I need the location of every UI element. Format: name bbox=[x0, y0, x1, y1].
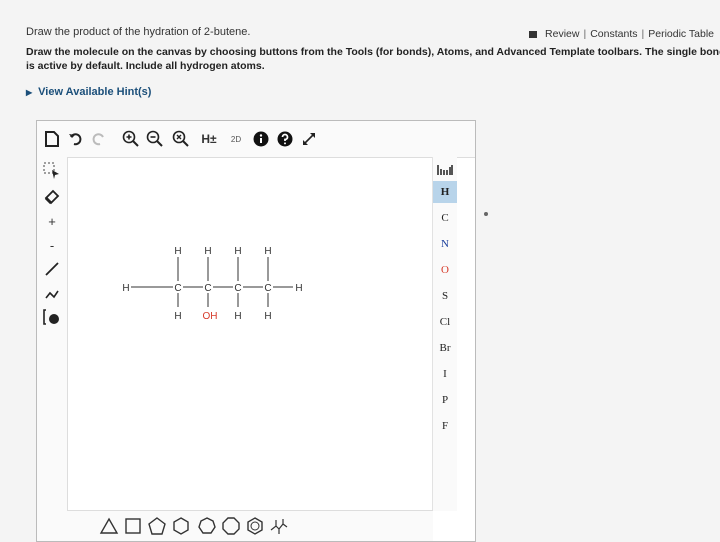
stray-dot bbox=[484, 212, 488, 216]
atom-button-cl[interactable]: Cl bbox=[433, 311, 457, 333]
charge-plus-icon[interactable]: + bbox=[41, 211, 63, 231]
square-template-icon[interactable] bbox=[123, 516, 143, 536]
atom-label-h-top1: H bbox=[174, 246, 181, 257]
atom-button-p[interactable]: P bbox=[433, 389, 457, 411]
atom-button-i[interactable]: I bbox=[433, 363, 457, 385]
zoom-in-icon[interactable] bbox=[121, 129, 141, 149]
periodic-table-link[interactable]: Periodic Table bbox=[648, 28, 714, 40]
separator: | bbox=[641, 28, 645, 40]
atom-label-h-top3: H bbox=[234, 246, 241, 257]
atom-label-c3: C bbox=[234, 283, 241, 294]
atom-button-h[interactable]: H bbox=[433, 181, 457, 203]
atom-button-br[interactable]: Br bbox=[433, 337, 457, 359]
periodic-table-icon[interactable] bbox=[433, 159, 457, 181]
molecule-editor: H± 2D + - H H C C C C H H H H H OH H H H… bbox=[36, 120, 476, 542]
zoom-out-icon[interactable] bbox=[145, 129, 165, 149]
drawing-canvas[interactable]: H H C C C C H H H H H OH H H bbox=[67, 157, 433, 511]
explicit-hydrogens-button[interactable]: H± bbox=[197, 129, 221, 149]
triangle-right-icon: ▶ bbox=[26, 87, 33, 97]
new-document-icon[interactable] bbox=[43, 129, 61, 149]
help-icon[interactable] bbox=[275, 129, 295, 149]
constants-link[interactable]: Constants bbox=[590, 28, 637, 40]
redo-icon[interactable] bbox=[89, 129, 107, 149]
charge-minus-icon[interactable]: - bbox=[41, 235, 63, 255]
atoms-toolbar: H C N O S Cl Br I P F bbox=[432, 157, 457, 511]
triangle-template-icon[interactable] bbox=[99, 516, 119, 536]
cyclohexane-template-icon[interactable] bbox=[245, 516, 265, 536]
atom-label-h-bottom3: H bbox=[234, 311, 241, 322]
zoom-reset-icon[interactable] bbox=[171, 129, 191, 149]
instructions-text: Draw the molecule on the canvas by choos… bbox=[26, 46, 720, 72]
advanced-template-toolbar bbox=[67, 510, 433, 541]
hexagon-template-icon[interactable] bbox=[171, 516, 191, 536]
question-prompt: Draw the product of the hydration of 2-b… bbox=[26, 26, 251, 38]
info-icon[interactable] bbox=[251, 129, 271, 149]
chair-template-icon[interactable] bbox=[269, 516, 289, 536]
clean-2d-button[interactable]: 2D bbox=[225, 129, 247, 149]
separator: | bbox=[583, 28, 587, 40]
atom-label-h-right: H bbox=[295, 283, 302, 294]
atom-label-h-top4: H bbox=[264, 246, 271, 257]
atom-label-c4: C bbox=[264, 283, 271, 294]
hints-label: View Available Hint(s) bbox=[38, 86, 152, 98]
atom-button-n[interactable]: N bbox=[433, 233, 457, 255]
atom-label-h-left: H bbox=[122, 283, 129, 294]
atom-label-h-bottom1: H bbox=[174, 311, 181, 322]
atom-label-c1: C bbox=[174, 283, 181, 294]
atom-button-o[interactable]: O bbox=[433, 259, 457, 281]
clean-2d-label: 2D bbox=[230, 134, 242, 144]
pentagon-template-icon[interactable] bbox=[147, 516, 167, 536]
undo-icon[interactable] bbox=[67, 129, 85, 149]
eraser-icon[interactable] bbox=[41, 187, 63, 207]
tools-toolbar: + - bbox=[37, 157, 68, 541]
single-bond-icon[interactable] bbox=[41, 259, 63, 279]
top-links: Review | Constants | Periodic Table bbox=[529, 28, 714, 40]
octagon-template-icon[interactable] bbox=[221, 516, 241, 536]
heptagon-template-icon[interactable] bbox=[197, 516, 217, 536]
atom-button-f[interactable]: F bbox=[433, 415, 457, 437]
chain-tool-icon[interactable] bbox=[41, 283, 63, 303]
atom-label-oh: OH bbox=[203, 311, 218, 322]
review-icon bbox=[529, 30, 538, 38]
atom-label-h-top2: H bbox=[204, 246, 211, 257]
top-toolbar: H± 2D bbox=[37, 121, 475, 158]
atom-button-c[interactable]: C bbox=[433, 207, 457, 229]
atom-label-c2: C bbox=[204, 283, 211, 294]
atom-label-h-bottom4: H bbox=[264, 311, 271, 322]
fullscreen-icon[interactable] bbox=[299, 129, 319, 149]
select-tool-icon[interactable] bbox=[41, 161, 63, 181]
template-tool-icon[interactable] bbox=[41, 307, 63, 327]
molecule-drawing: H H C C C C H H H H H OH H H bbox=[122, 246, 302, 322]
hints-toggle[interactable]: ▶ View Available Hint(s) bbox=[26, 86, 151, 98]
review-link[interactable]: Review bbox=[545, 28, 579, 40]
atom-button-s[interactable]: S bbox=[433, 285, 457, 307]
